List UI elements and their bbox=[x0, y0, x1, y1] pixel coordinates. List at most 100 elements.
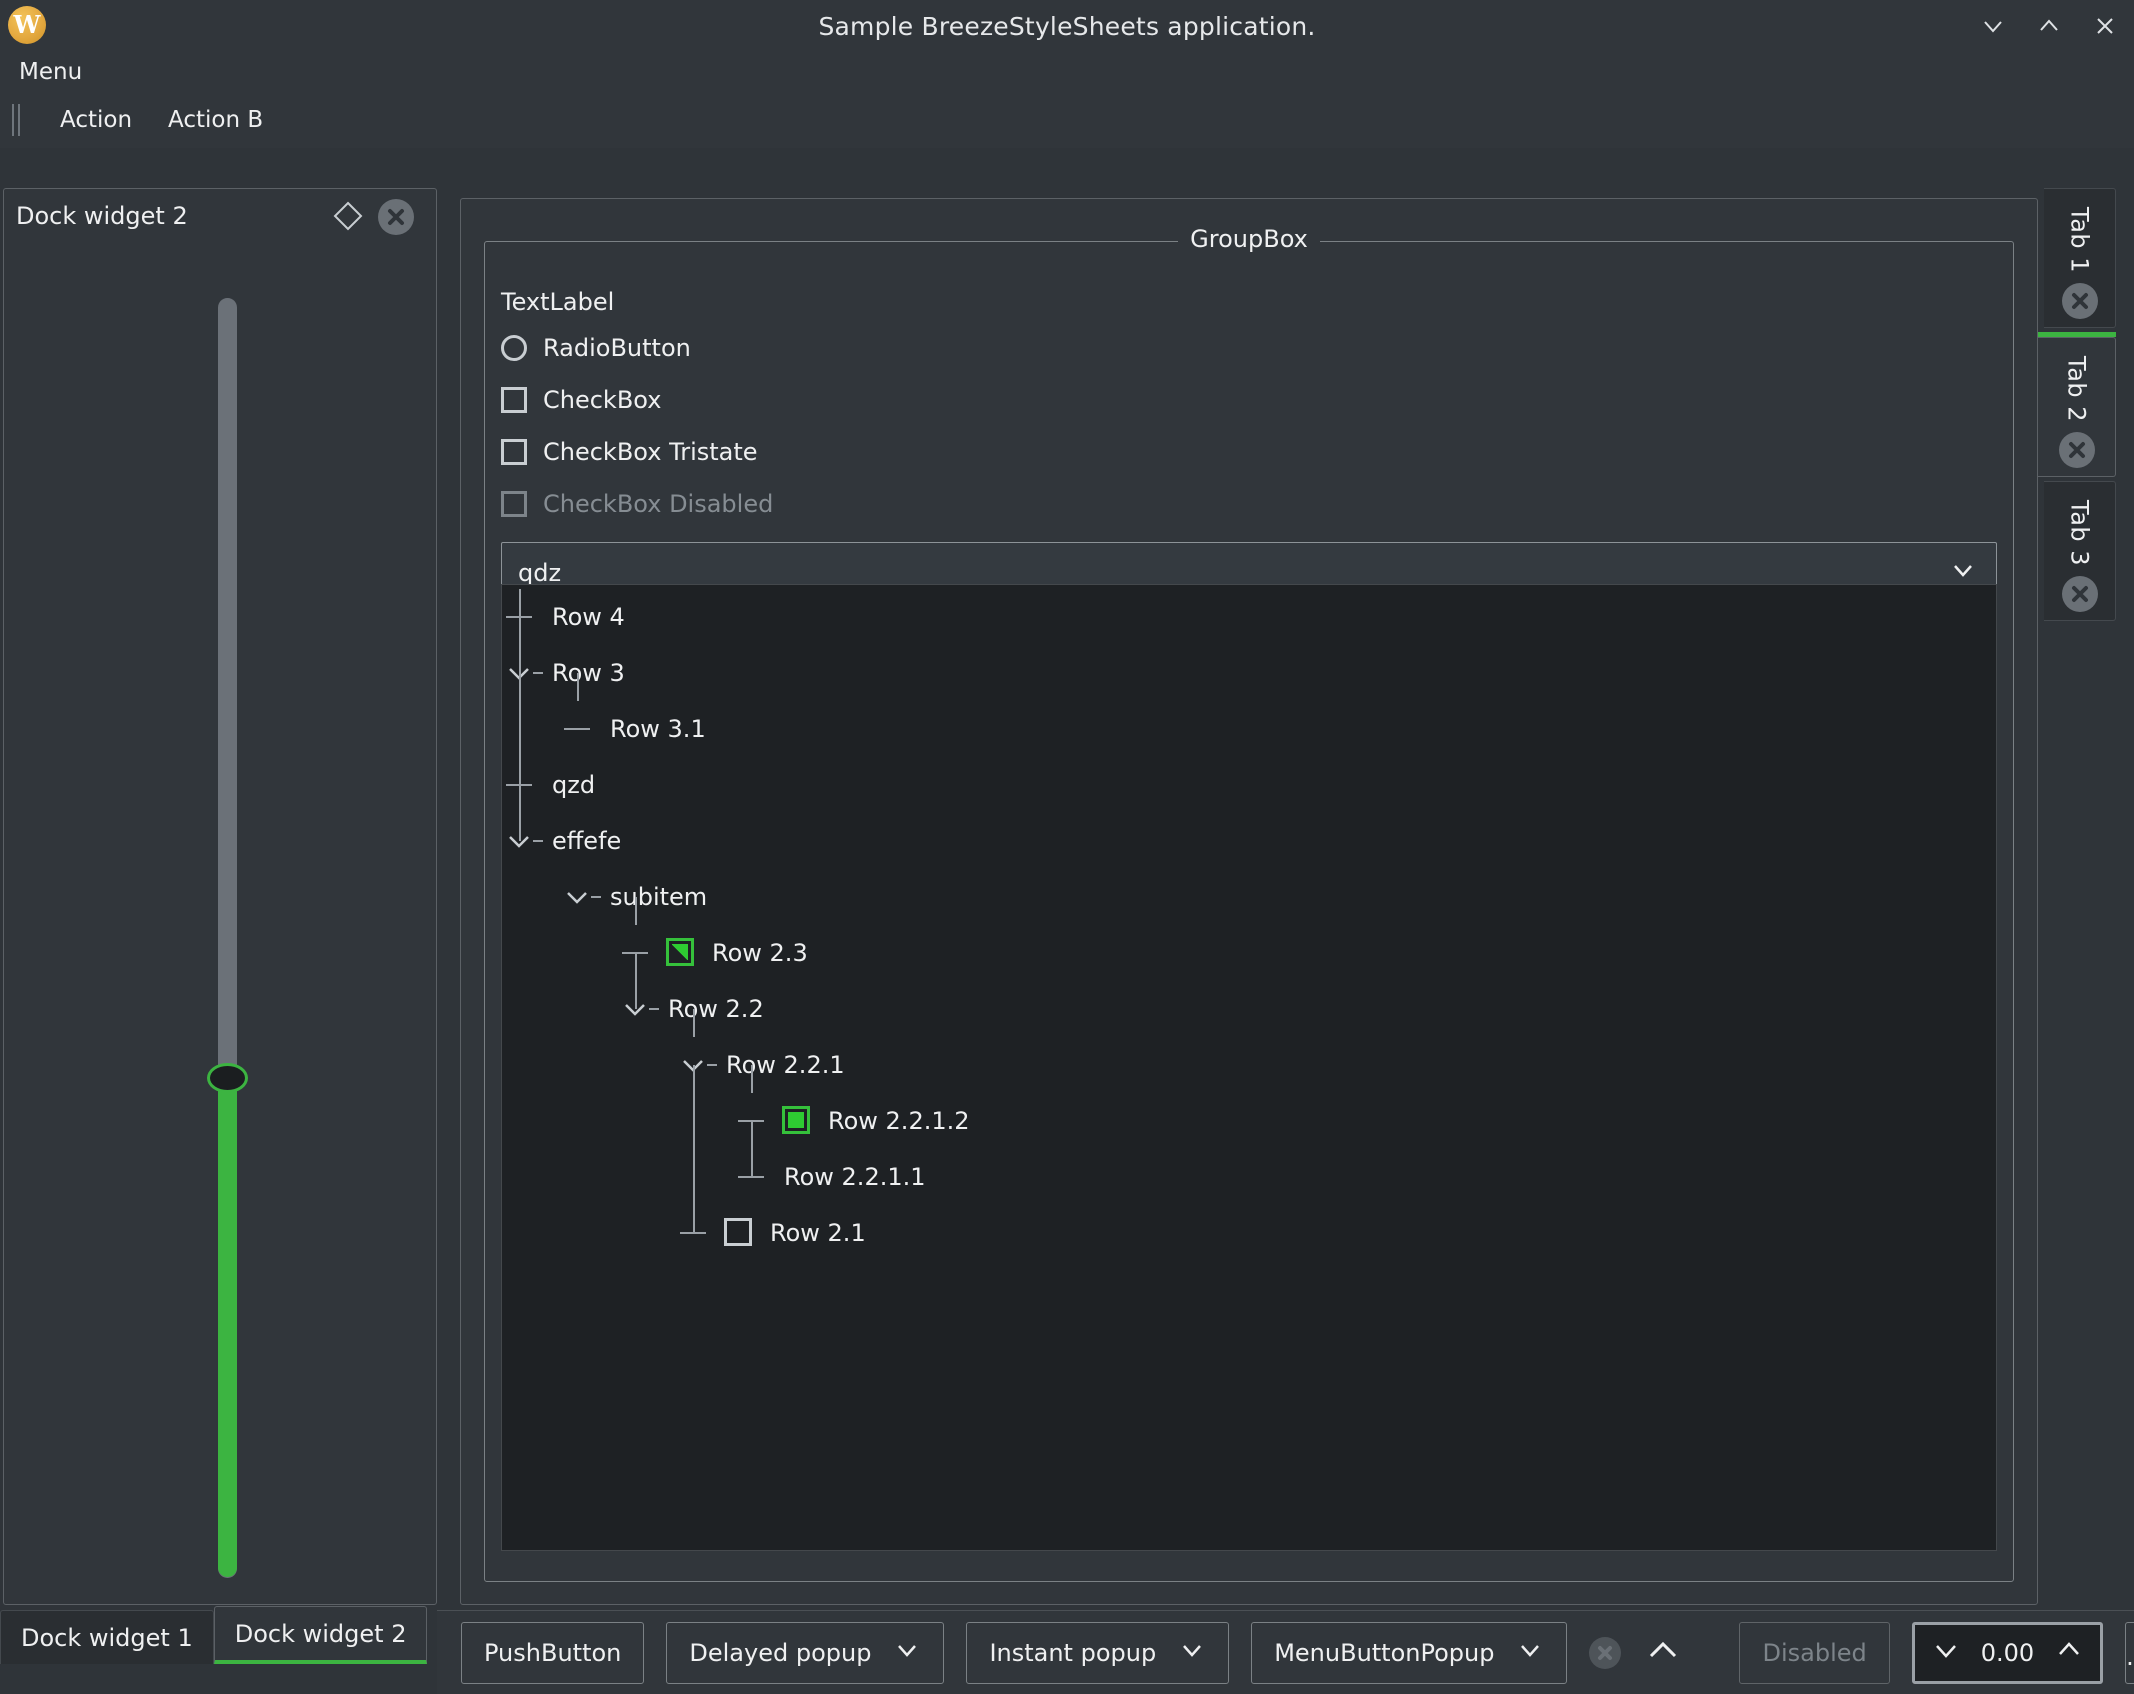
tree-item[interactable]: qzd bbox=[502, 757, 1996, 813]
tab-1[interactable]: Tab 1 bbox=[2044, 188, 2116, 328]
dock-tab-widget-2[interactable]: Dock widget 2 bbox=[213, 1606, 428, 1664]
tree-branch-line bbox=[649, 1008, 659, 1010]
dock-content bbox=[4, 245, 438, 1604]
dock-widget-title: Dock widget 2 bbox=[16, 202, 188, 230]
spinbox-up-button[interactable] bbox=[2054, 1635, 2084, 1671]
tree-branch-line bbox=[577, 673, 579, 701]
window-controls bbox=[1980, 0, 2118, 52]
dock-tab-label: Dock widget 1 bbox=[21, 1623, 193, 1652]
title-bar: W Sample BreezeStyleSheets application. bbox=[0, 0, 2134, 52]
checkbox-indicator-icon bbox=[501, 439, 527, 465]
instant-popup-label: Instant popup bbox=[989, 1638, 1157, 1667]
groupbox-title-wrap: GroupBox bbox=[485, 225, 2013, 253]
tab-bar-vertical: Tab 1 Tab 2 Tab 3 bbox=[2038, 188, 2134, 648]
disabled-button: Disabled bbox=[1739, 1621, 1890, 1684]
combobox-value: qdz bbox=[518, 559, 562, 587]
dock-widget-titlebar: Dock widget 2 bbox=[4, 189, 436, 243]
tree-item[interactable]: Row 2.2.1.1 bbox=[502, 1149, 1996, 1205]
text-label: TextLabel bbox=[501, 288, 615, 316]
tree-item-checkbox[interactable] bbox=[782, 1106, 810, 1134]
tree-item[interactable]: Row 2.2.1 bbox=[502, 1037, 1996, 1093]
tab-close-button[interactable] bbox=[2061, 283, 2098, 320]
tree-branch-line bbox=[693, 1065, 695, 1233]
close-circle-icon bbox=[2058, 432, 2095, 469]
close-circle-icon bbox=[1589, 1636, 1622, 1669]
chevron-down-icon[interactable] bbox=[564, 884, 590, 910]
dock-widget: Dock widget 2 bbox=[3, 188, 437, 1605]
tool-bar: Action Action B bbox=[0, 92, 2134, 148]
tree-branch-line bbox=[519, 589, 521, 617]
application-window: W Sample BreezeStyleSheets application. … bbox=[0, 0, 2134, 1694]
tab-close-button[interactable] bbox=[2061, 576, 2098, 613]
checkbox-indicator-icon bbox=[501, 387, 527, 413]
instant-popup-button[interactable]: Instant popup bbox=[966, 1621, 1230, 1684]
tree-item-label: Row 4 bbox=[552, 603, 625, 631]
tree-item[interactable]: Row 3 bbox=[502, 645, 1996, 701]
dock-tab-widget-1[interactable]: Dock widget 1 bbox=[0, 1610, 214, 1664]
tree-item[interactable]: Row 4 bbox=[502, 589, 1996, 645]
groupbox-content: TextLabel RadioButton CheckBox CheckBox … bbox=[501, 276, 1997, 1565]
tree-branch-line bbox=[533, 840, 543, 842]
menu-item-menu[interactable]: Menu bbox=[5, 59, 96, 85]
close-circle-icon bbox=[378, 199, 414, 235]
dock-close-button[interactable] bbox=[378, 199, 414, 235]
tree-branch-line bbox=[519, 617, 521, 673]
tree-item[interactable]: Row 2.2.1.2 bbox=[502, 1093, 1996, 1149]
tree-root: Row 4 Row 3 Row 3.1 qzd effefe subitem Row 2.3… bbox=[502, 585, 1996, 1261]
tab-2[interactable]: Tab 2 bbox=[2038, 337, 2116, 477]
chevron-down-icon bbox=[893, 1636, 921, 1670]
tree-item-checkbox[interactable] bbox=[666, 938, 694, 966]
toolbar-action-a[interactable]: Action bbox=[42, 107, 150, 133]
checkbox-indicator-icon bbox=[501, 491, 527, 517]
tree-item-label: Row 2.2.1.1 bbox=[784, 1163, 926, 1191]
push-button[interactable]: PushButton bbox=[461, 1621, 645, 1684]
tree-item[interactable]: Row 3.1 bbox=[502, 701, 1996, 757]
tree-item[interactable]: effefe bbox=[502, 813, 1996, 869]
window-title: Sample BreezeStyleSheets application. bbox=[818, 11, 1316, 41]
tree-item-label: Row 2.2 bbox=[668, 995, 764, 1023]
checkbox-tristate-label: CheckBox Tristate bbox=[543, 438, 758, 466]
tree-item-label: Row 2.1 bbox=[770, 1219, 866, 1247]
clear-tool-button[interactable] bbox=[1589, 1625, 1622, 1681]
toolbar-action-b[interactable]: Action B bbox=[150, 107, 281, 133]
tree-view[interactable]: Row 4 Row 3 Row 3.1 qzd effefe subitem Row 2.3… bbox=[501, 584, 1997, 1551]
dock-tab-bar: Dock widget 1 Dock widget 2 bbox=[0, 1606, 428, 1664]
menubutton-popup-button[interactable]: MenuButtonPopup bbox=[1251, 1621, 1568, 1684]
tree-item[interactable]: subitem bbox=[502, 869, 1996, 925]
tree-item-checkbox[interactable] bbox=[724, 1218, 752, 1246]
minimize-button[interactable] bbox=[1980, 13, 2006, 39]
disabled-button-label: Disabled bbox=[1762, 1638, 1867, 1667]
close-circle-icon bbox=[2061, 283, 2098, 320]
ellipsis-button[interactable]: ... bbox=[2125, 1621, 2134, 1684]
tree-item[interactable]: Row 2.3 bbox=[502, 925, 1996, 981]
checkbox-label: CheckBox bbox=[543, 386, 662, 414]
tree-branch-line bbox=[693, 1009, 695, 1037]
vertical-slider-handle[interactable] bbox=[207, 1063, 248, 1093]
spinbox-down-button[interactable] bbox=[1931, 1635, 1961, 1671]
toolbar-drag-handle[interactable] bbox=[12, 103, 32, 137]
chevron-down-icon bbox=[1178, 1636, 1206, 1670]
radio-indicator-icon bbox=[501, 335, 527, 361]
maximize-button[interactable] bbox=[2036, 13, 2062, 39]
tab-3[interactable]: Tab 3 bbox=[2044, 481, 2116, 621]
tab-pane: GroupBox TextLabel RadioButton CheckBox bbox=[460, 198, 2038, 1605]
radio-button-row[interactable]: RadioButton bbox=[501, 322, 1997, 374]
checkbox-row[interactable]: CheckBox bbox=[501, 374, 1997, 426]
tab-close-button[interactable] bbox=[2058, 432, 2095, 469]
tab-label: Tab 1 bbox=[2065, 207, 2094, 274]
checkbox-tristate-row[interactable]: CheckBox Tristate bbox=[501, 426, 1997, 478]
vertical-slider-fill bbox=[218, 1074, 237, 1577]
tree-item[interactable]: Row 2.2 bbox=[502, 981, 1996, 1037]
tree-item[interactable]: Row 2.1 bbox=[502, 1205, 1996, 1261]
chevron-up-icon bbox=[1643, 1631, 1683, 1675]
tree-item-label: Row 2.2.1.2 bbox=[828, 1107, 970, 1135]
double-spinbox[interactable]: 0.00 bbox=[1911, 1621, 2104, 1684]
tree-item-label: effefe bbox=[552, 827, 622, 855]
tab-widget: GroupBox TextLabel RadioButton CheckBox bbox=[460, 188, 2038, 1605]
tree-branch-line bbox=[564, 728, 590, 730]
up-tool-button[interactable] bbox=[1643, 1625, 1683, 1681]
close-button[interactable] bbox=[2092, 13, 2118, 39]
float-diamond-icon[interactable] bbox=[332, 200, 364, 232]
delayed-popup-button[interactable]: Delayed popup bbox=[666, 1621, 945, 1684]
tree-branch-line bbox=[533, 672, 543, 674]
